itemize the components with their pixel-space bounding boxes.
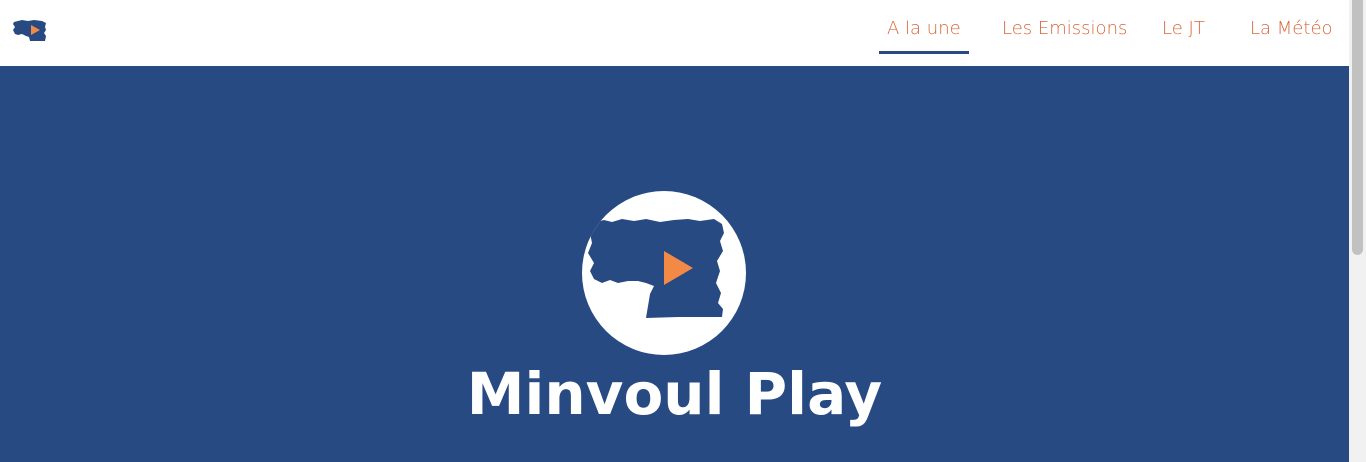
hero-emblem (582, 191, 746, 355)
page-scrollbar[interactable] (1349, 0, 1366, 462)
minvoul-play-logo-icon (13, 20, 46, 41)
nav-link-le-jt[interactable]: Le JT (1162, 17, 1205, 41)
nav-link-a-la-une[interactable]: A la une (879, 17, 969, 54)
hero-banner: Minvoul Play (0, 66, 1349, 462)
map-play-emblem-icon (588, 219, 724, 318)
hero-title: Minvoul Play (466, 360, 883, 428)
site-logo-link[interactable] (12, 17, 48, 43)
nav-link-la-meteo[interactable]: La Météo (1250, 17, 1333, 41)
page: A la une Les Emissions Le JT La Météo Mi… (0, 0, 1366, 462)
nav-link-les-emissions[interactable]: Les Emissions (1002, 17, 1127, 41)
scrollbar-thumb[interactable] (1352, 0, 1363, 255)
top-navbar: A la une Les Emissions Le JT La Météo (0, 0, 1349, 66)
